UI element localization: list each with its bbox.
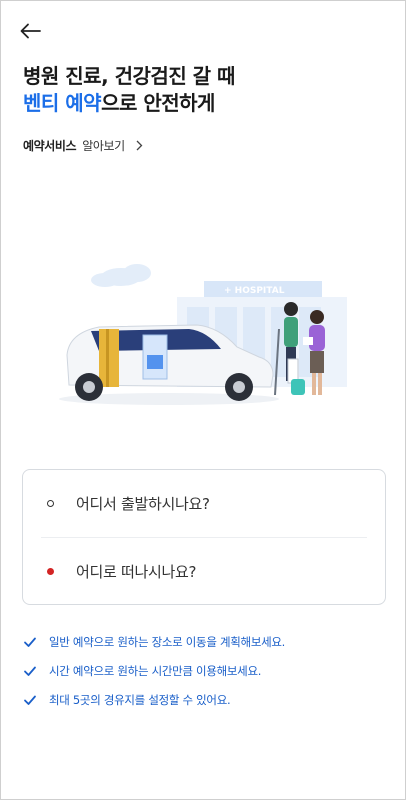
origin-field[interactable]: 어디서 출발하시나요? — [23, 470, 385, 536]
feature-text: 시간 예약으로 원하는 시간만큼 이용해보세요. — [49, 663, 262, 678]
origin-placeholder: 어디서 출발하시나요? — [76, 494, 210, 513]
service-link-label: 알아보기 — [82, 139, 125, 153]
headline-accent: 벤티 예약 — [23, 91, 102, 115]
destination-dot-icon — [47, 567, 54, 575]
chevron-right-icon — [135, 140, 143, 151]
feature-text: 일반 예약으로 원하는 장소로 이동을 계획해보세요. — [49, 634, 286, 649]
check-icon — [24, 695, 36, 705]
origin-dot-icon — [47, 499, 54, 507]
back-button[interactable] — [17, 19, 45, 43]
service-link-strong: 예약서비스 — [23, 139, 77, 153]
check-icon — [24, 637, 36, 647]
check-icon — [24, 666, 36, 676]
route-card: 어디서 출발하시나요? 어디로 떠나시나요? — [22, 469, 386, 605]
headline-line-1: 병원 진료, 건강검진 갈 때 — [23, 64, 235, 88]
feature-item: 시간 예약으로 원하는 시간만큼 이용해보세요. — [23, 656, 393, 685]
feature-text: 최대 5곳의 경유지를 설정할 수 있어요. — [49, 692, 231, 707]
feature-item: 최대 5곳의 경유지를 설정할 수 있어요. — [23, 685, 393, 714]
feature-list: 일반 예약으로 원하는 장소로 이동을 계획해보세요. 시간 예약으로 원하는 … — [23, 627, 393, 714]
arrow-left-icon — [20, 23, 41, 39]
feature-item: 일반 예약으로 원하는 장소로 이동을 계획해보세요. — [23, 627, 393, 656]
destination-placeholder: 어디로 떠나시나요? — [76, 562, 197, 581]
hero-illustration: + HOSPITAL — [59, 263, 349, 413]
app-frame: 병원 진료, 건강검진 갈 때 벤티 예약으로 안전하게 예약서비스 알아보기 — [0, 0, 406, 800]
service-info-link[interactable]: 예약서비스 알아보기 — [23, 137, 143, 154]
headline-rest: 으로 안전하게 — [101, 91, 215, 115]
hospital-sign: + HOSPITAL — [224, 286, 285, 296]
page-title: 병원 진료, 건강검진 갈 때 벤티 예약으로 안전하게 — [23, 63, 383, 117]
cloud-icon — [91, 264, 151, 287]
destination-field[interactable]: 어디로 떠나시나요? — [23, 538, 385, 604]
